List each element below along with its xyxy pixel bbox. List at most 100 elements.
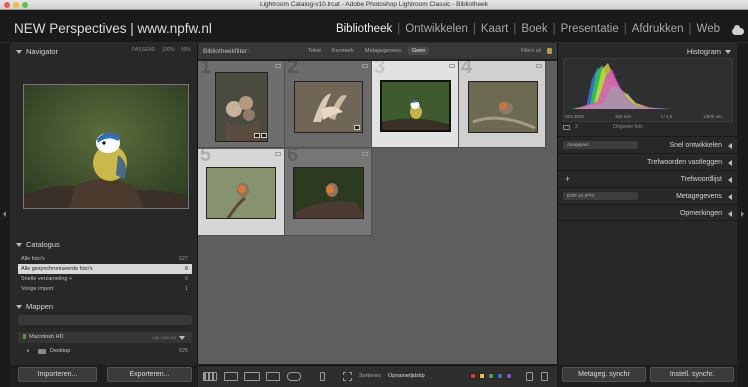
flag-icon[interactable] (449, 64, 455, 68)
loupe-view-icon[interactable] (224, 372, 238, 381)
color-label-purple[interactable] (506, 373, 512, 379)
sort-label: Sorteren: (359, 373, 382, 379)
zoom-50-option[interactable]: 50% (181, 47, 191, 53)
sync-metadata-button[interactable]: Metageg. synchr (562, 367, 646, 382)
catalog-item-previous-import[interactable]: Vorige import 1 (18, 284, 192, 294)
color-label-blue[interactable] (497, 373, 503, 379)
catalog-item-all-photos[interactable]: Alle foto's 527 (18, 254, 192, 264)
right-panel-edge[interactable] (738, 43, 748, 387)
quick-develop-panel[interactable]: Aangepast Snel ontwikkelen (558, 136, 738, 153)
flag-icon[interactable] (275, 64, 281, 68)
histogram-controls: 3 Originele foto (563, 124, 733, 133)
keyword-list-panel[interactable]: + Trefwoordlijst (558, 170, 738, 187)
thumbnail-grid: 1 2 3 4 5 6 (198, 61, 557, 364)
window-title: Lightroom Catalog-v10.lrcat - Adobe Phot… (260, 1, 488, 8)
people-view-icon[interactable] (287, 372, 301, 381)
volume-status-icon (23, 334, 26, 340)
module-boek[interactable]: Boek (521, 23, 547, 35)
collapse-triangle-icon (16, 305, 22, 310)
folder-item-desktop[interactable]: ▸ Desktop 525 (18, 346, 192, 356)
spray-can-icon[interactable] (320, 372, 325, 381)
blue-tit-photo (24, 85, 188, 208)
module-bibliotheek[interactable]: Bibliotheek (336, 23, 392, 35)
filter-tab-none[interactable]: Geen (407, 47, 430, 55)
module-kaart[interactable]: Kaart (481, 23, 509, 35)
histogram-graph (569, 63, 674, 109)
grid-cell[interactable]: 1 (198, 61, 285, 148)
metadata-badge-icon (261, 133, 267, 138)
color-label-green[interactable] (488, 373, 494, 379)
import-button[interactable]: Importeren... (18, 367, 97, 382)
expand-arrow-icon: ▸ (27, 348, 30, 354)
comments-panel[interactable]: Opmerkingen (558, 204, 738, 221)
grid-cell[interactable]: 4 (459, 61, 546, 148)
module-presentatie[interactable]: Presentatie (561, 23, 619, 35)
survey-view-icon[interactable] (266, 372, 280, 381)
clipping-indicator-icon[interactable] (563, 125, 570, 130)
flag-icon[interactable] (362, 152, 368, 156)
filter-tab-attribute[interactable]: Kenmerk (328, 47, 358, 55)
flag-icon[interactable] (362, 64, 368, 68)
catalog-item-synced-photos[interactable]: Alle gesynchroniseerde foto's 6 (18, 264, 192, 274)
thumbnail (215, 72, 268, 142)
library-toolbar: Sorteren: Opnametijdstip (198, 365, 557, 387)
thumbnail (294, 81, 363, 133)
edited-badge-icon (254, 133, 260, 138)
sync-settings-button[interactable]: Instell. synchr. (650, 367, 734, 382)
volume-triangle-icon (179, 336, 185, 340)
zoom-fit-option[interactable]: PASSEND (132, 47, 156, 53)
filter-tab-text[interactable]: Tekst (304, 47, 325, 55)
filter-tab-metadata[interactable]: Metagegevens (361, 47, 405, 55)
module-ontwikkelen[interactable]: Ontwikkelen (405, 23, 468, 35)
folder-search-input[interactable] (18, 315, 192, 325)
color-label-red[interactable] (470, 373, 476, 379)
folders-header[interactable]: Mappen + (16, 300, 367, 314)
expand-triangle-icon (728, 160, 732, 166)
collapse-triangle-icon (16, 50, 22, 55)
export-button[interactable]: Exporteren... (107, 367, 192, 382)
right-panel: Histogram ISO 3000 300 mm f / 4,0 1/500 … (557, 43, 738, 365)
thumbnail (293, 167, 364, 219)
flag-icon[interactable] (536, 64, 542, 68)
grid-cell[interactable]: 5 (198, 149, 285, 236)
grid-view-icon[interactable] (203, 372, 217, 381)
expand-triangle-icon (728, 143, 732, 149)
left-edge-arrow-icon (3, 211, 6, 217)
metadata-panel[interactable]: EXIF en IPTC Metagegevens (558, 187, 738, 204)
volume-macintosh-hd[interactable]: Macintosh HD 188 / 500 GB (18, 332, 192, 343)
grid-cell[interactable]: 2 (285, 61, 372, 148)
add-keyword-button[interactable]: + (565, 174, 570, 184)
quick-develop-preset-dropdown[interactable]: Aangepast (563, 141, 638, 149)
toolbar-menu-icon[interactable] (541, 372, 548, 381)
metadata-preset-dropdown[interactable]: EXIF en IPTC (563, 192, 638, 200)
module-bar: NEW Perspectives | www.npfw.nl Bibliothe… (0, 10, 748, 43)
grid-cell-selected[interactable]: 3 (372, 61, 459, 148)
grid-cell[interactable]: 6 (285, 149, 372, 236)
navigator-preview[interactable] (23, 84, 189, 209)
right-edge-arrow-icon (741, 211, 744, 217)
module-web[interactable]: Web (697, 23, 720, 35)
filter-tabs: Tekst Kenmerk Metagegevens Geen (304, 47, 432, 55)
cloud-sync-icon[interactable] (732, 25, 744, 35)
rotate-icon[interactable] (526, 372, 533, 381)
lock-icon[interactable] (547, 48, 552, 54)
compare-view-icon[interactable] (244, 372, 260, 381)
filter-preset-dropdown[interactable]: Filters uit (521, 48, 541, 54)
sort-order-dropdown[interactable]: Opnametijdstip (388, 373, 425, 379)
edited-badge-icon (354, 125, 360, 130)
library-filter-label: Bibliotheekfilter: (203, 48, 249, 55)
left-panel-edge[interactable] (0, 43, 10, 387)
window-title-bar: Lightroom Catalog-v10.lrcat - Adobe Phot… (0, 0, 748, 10)
color-label-yellow[interactable] (479, 373, 485, 379)
catalog-item-quick-collection[interactable]: Snelle verzameling +0 (18, 274, 192, 284)
expand-triangle-icon (728, 194, 732, 200)
module-picker: Bibliotheek | Ontwikkelen | Kaart | Boek | P… (335, 23, 720, 35)
sort-direction-icon[interactable] (343, 372, 352, 381)
keywording-panel[interactable]: Trefwoorden vastleggen (558, 153, 738, 170)
zoom-100-option[interactable]: 100% (162, 47, 175, 53)
catalog-header[interactable]: Catalogus (16, 240, 197, 252)
histogram (563, 58, 733, 122)
module-afdrukken[interactable]: Afdrukken (632, 23, 684, 35)
library-filter-bar: Bibliotheekfilter: Tekst Kenmerk Metageg… (198, 43, 557, 60)
flag-icon[interactable] (275, 152, 281, 156)
